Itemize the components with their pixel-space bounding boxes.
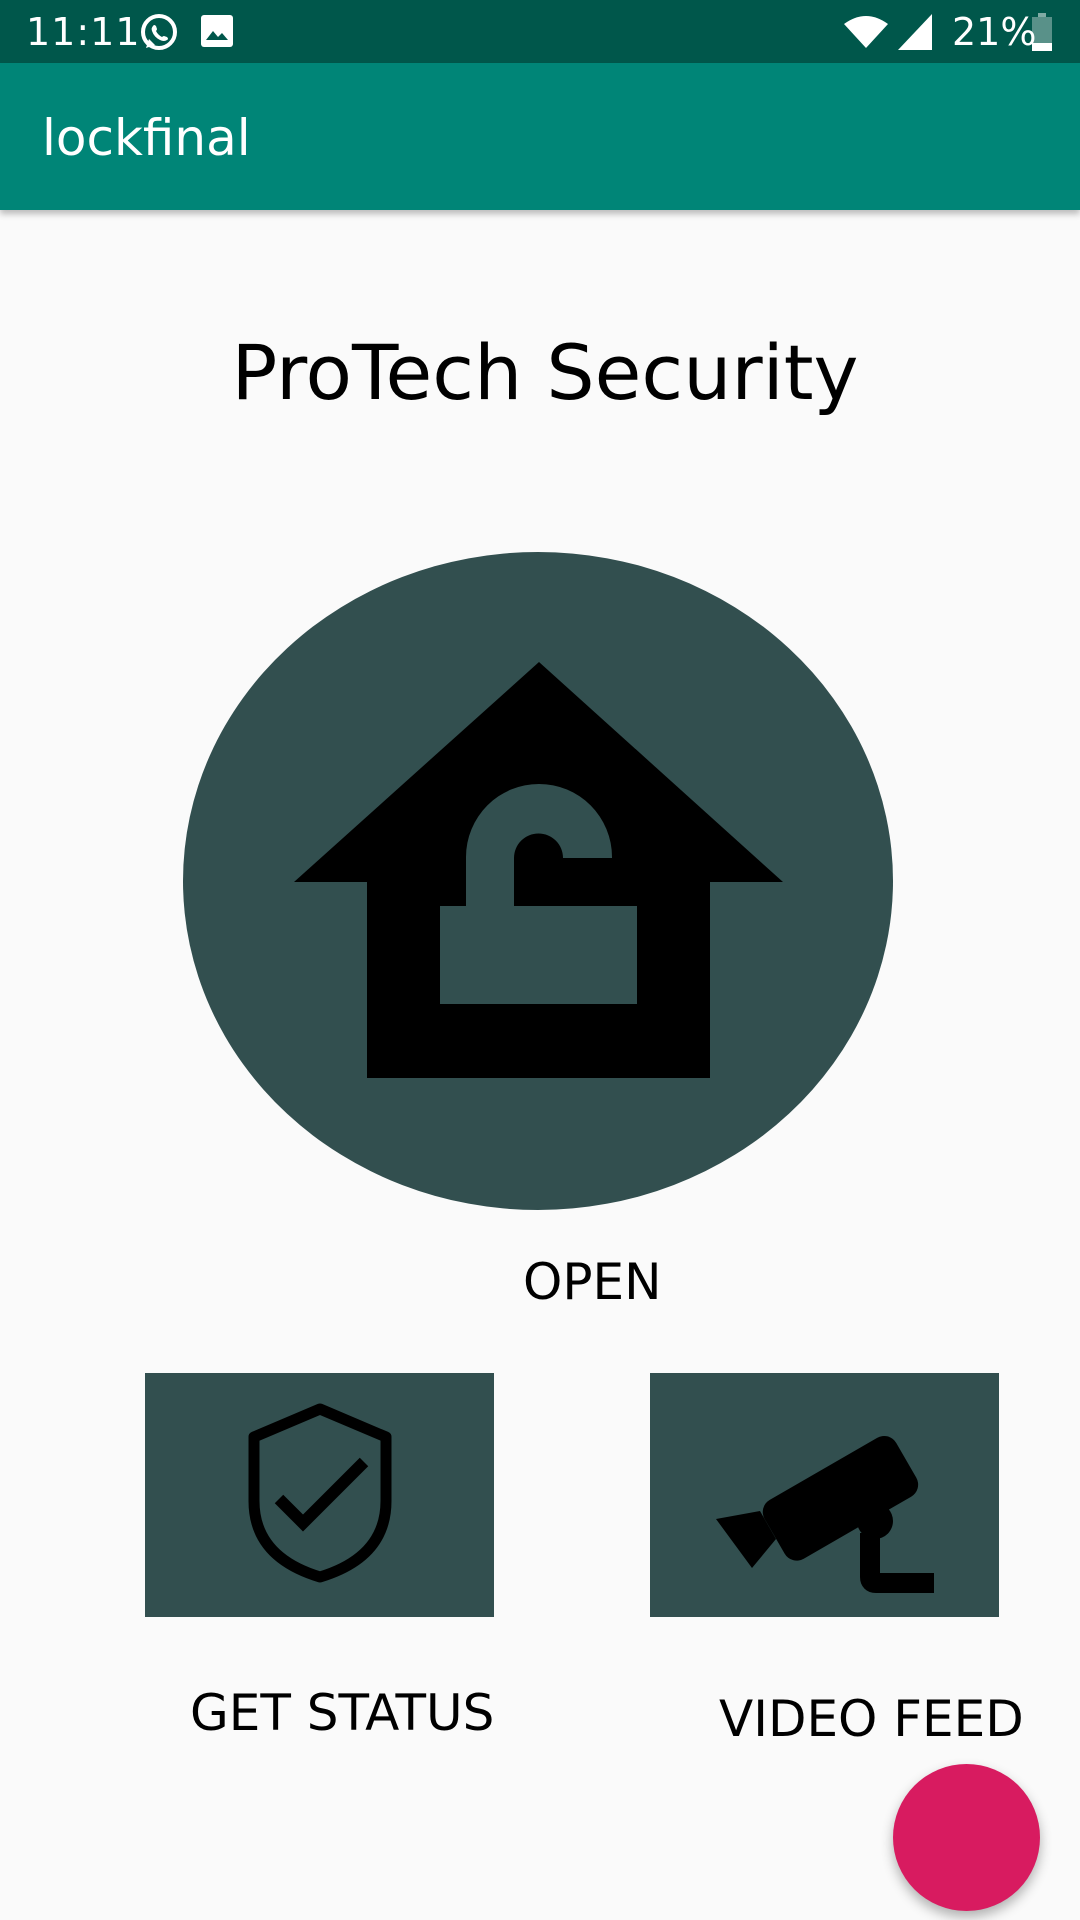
screen: 11:11 21% lockfinal ProTech Security OPE… bbox=[0, 0, 1080, 1920]
get-status-label: GET STATUS bbox=[190, 1684, 495, 1742]
whatsapp-icon bbox=[138, 12, 180, 59]
wifi-icon bbox=[842, 14, 890, 55]
status-bar: 11:11 21% bbox=[0, 0, 1080, 63]
status-time: 11:11 bbox=[26, 10, 141, 54]
house-unlock-icon bbox=[294, 662, 783, 1078]
page-title: ProTech Security bbox=[231, 328, 859, 417]
battery-icon bbox=[1032, 13, 1052, 56]
video-feed-button[interactable] bbox=[650, 1373, 999, 1617]
shield-check-icon bbox=[248, 1403, 392, 1583]
get-status-button[interactable] bbox=[145, 1373, 494, 1617]
battery-percent: 21% bbox=[952, 10, 1037, 54]
app-title: lockfinal bbox=[42, 109, 251, 167]
image-icon bbox=[201, 15, 233, 52]
cell-signal-icon bbox=[898, 14, 932, 55]
video-feed-label: VIDEO FEED bbox=[719, 1690, 1024, 1748]
app-bar: lockfinal bbox=[0, 63, 1080, 210]
open-label: OPEN bbox=[523, 1253, 662, 1311]
security-camera-icon bbox=[716, 1435, 934, 1593]
open-button[interactable] bbox=[183, 552, 893, 1210]
floating-action-button[interactable] bbox=[893, 1764, 1040, 1911]
